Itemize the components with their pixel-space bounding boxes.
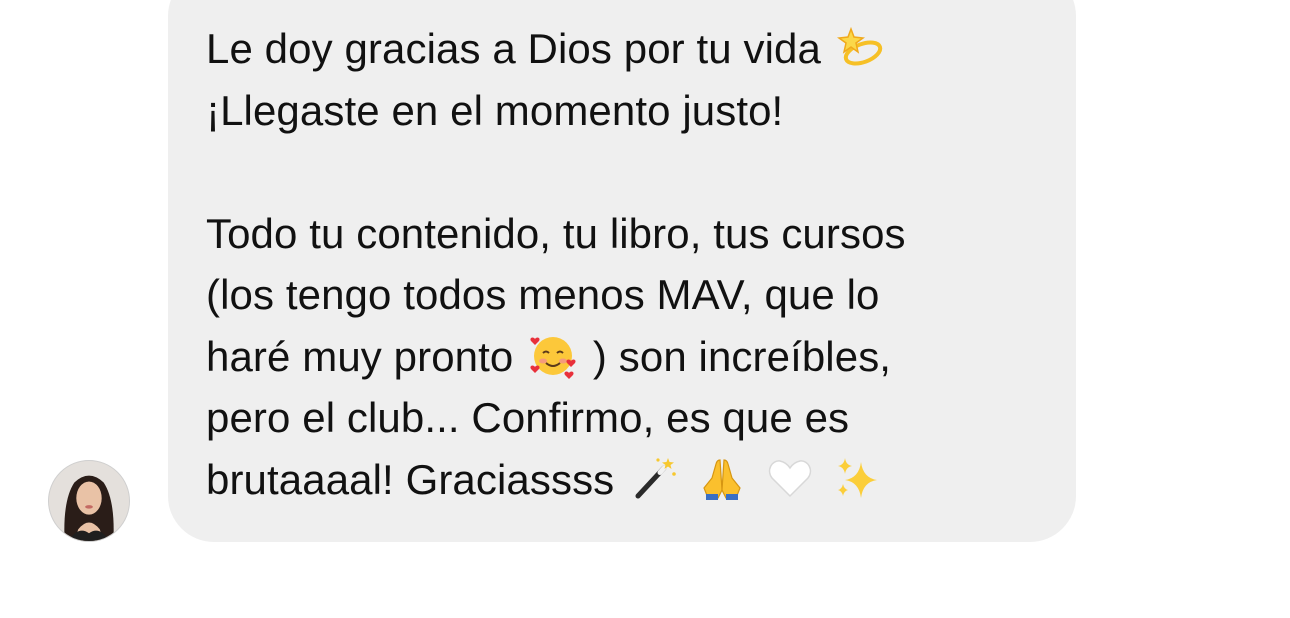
message-line: ¡Llegaste en el momento justo! [206,80,1040,142]
message-text: haré muy pronto [206,332,514,380]
sender-avatar[interactable] [48,460,130,542]
message-text: Le doy gracias a Dios por tu vida [206,25,821,72]
message-text: (los tengo todos menos MAV, que lo [206,271,880,318]
smiling-face-with-hearts-icon [529,331,577,379]
message-line: (los tengo todos menos MAV, que lo [206,264,1040,326]
sparkles-icon [833,454,881,502]
message-bubble[interactable]: Le doy gracias a Dios por tu vida ¡Llega… [168,0,1076,542]
message-text: brutaaaal! Graciassss [206,455,615,503]
message-line: brutaaaal! Graciassss [206,449,1040,511]
message-text: Todo tu contenido, tu libro, tus cursos [206,209,906,257]
white-heart-icon [766,454,814,502]
message-text: ) son increíbles, [592,332,892,380]
message-text: ¡Llegaste en el momento justo! [206,86,784,134]
message-line: pero el club... Confirmo, es que es [206,387,1040,449]
magic-wand-icon [630,454,678,502]
dizzy-star-icon [836,23,885,71]
message-line: Le doy gracias a Dios por tu vida [206,18,1040,80]
message-line: haré muy pronto ) son increíbles, [206,326,1040,388]
message-text: pero el club... Confirmo, es que es [206,394,850,441]
folded-hands-icon [698,454,746,502]
message-line: Todo tu contenido, tu libro, tus cursos [206,203,1040,265]
